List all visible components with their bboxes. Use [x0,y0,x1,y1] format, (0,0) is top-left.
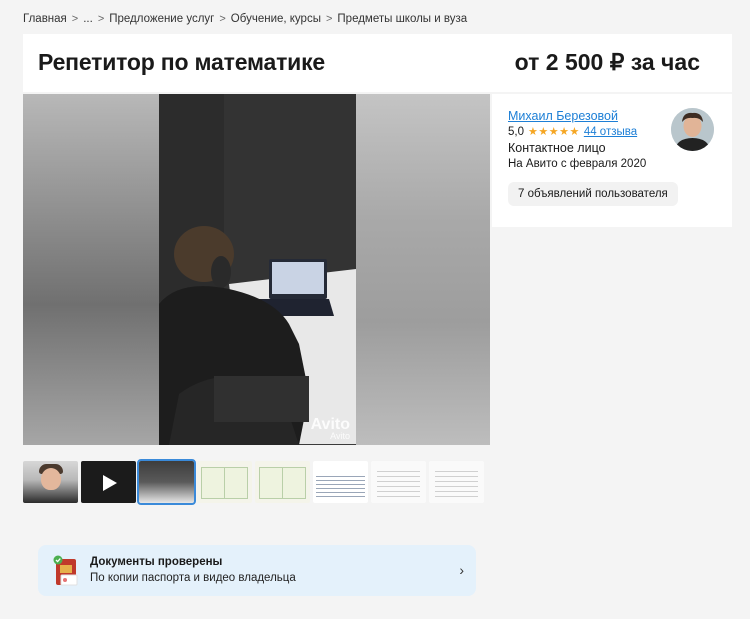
thumbnail-certificate[interactable] [197,461,252,503]
thumbnail-photo[interactable] [23,461,78,503]
documents-verified-banner[interactable]: Документы проверены По копии паспорта и … [38,545,476,596]
thumbnail-certificate[interactable] [255,461,310,503]
documents-verified-subtitle: По копии паспорта и видео владельца [90,572,296,584]
breadcrumb: Главная > ... > Предложение услуг > Обуч… [23,13,467,25]
thumbnail-document[interactable] [371,461,426,503]
listing-price: от 2 500 ₽ за час [514,49,700,75]
seller-ads-button[interactable]: 7 объявлений пользователя [508,182,678,206]
reviews-link[interactable]: 44 отзыва [584,126,637,138]
photo-gallery[interactable]: Avito Avito [23,94,490,445]
play-icon [103,475,117,491]
avatar[interactable] [671,108,714,151]
chevron-right-icon: › [459,562,464,578]
seller-name-link[interactable]: Михаил Березовой [508,109,618,123]
gallery-blur-left [23,94,159,445]
seller-since: На Авито с февраля 2020 [508,158,647,170]
thumbnail-photo-selected[interactable] [137,459,196,505]
documents-verified-title: Документы проверены [90,556,223,568]
breadcrumb-education[interactable]: Обучение, курсы [231,13,321,25]
breadcrumb-separator: > [325,13,333,25]
breadcrumb-separator: > [219,13,226,25]
seller-rating: 5,0 ★★★★★ 44 отзыва [508,125,637,139]
seller-role: Контактное лицо [508,141,606,155]
listing-title: Репетитор по математике [38,49,325,75]
listing-header: Репетитор по математике от 2 500 ₽ за ча… [23,34,732,92]
breadcrumb-separator: > [97,13,105,25]
breadcrumb-services[interactable]: Предложение услуг [109,13,214,25]
avatar-image [671,108,714,151]
rating-stars-icon: ★★★★★ [528,126,580,138]
thumbnail-table[interactable] [313,461,368,503]
main-photo[interactable]: Avito Avito [159,94,356,445]
breadcrumb-home[interactable]: Главная [23,13,67,25]
gallery-thumbnails [23,459,490,505]
rating-value: 5,0 [508,125,524,138]
breadcrumb-subjects[interactable]: Предметы школы и вуза [337,13,467,25]
thumbnail-document[interactable] [429,461,484,503]
gallery-blur-right [356,94,490,445]
passport-verified-icon [53,555,78,586]
avito-watermark: Avito Avito [310,416,350,441]
breadcrumb-ellipsis[interactable]: ... [83,13,93,25]
tutor-photo-illustration [159,94,356,445]
thumbnail-video[interactable] [81,461,136,503]
seller-card: Михаил Березовой 5,0 ★★★★★ 44 отзыва Кон… [492,94,732,227]
breadcrumb-separator: > [71,13,79,25]
